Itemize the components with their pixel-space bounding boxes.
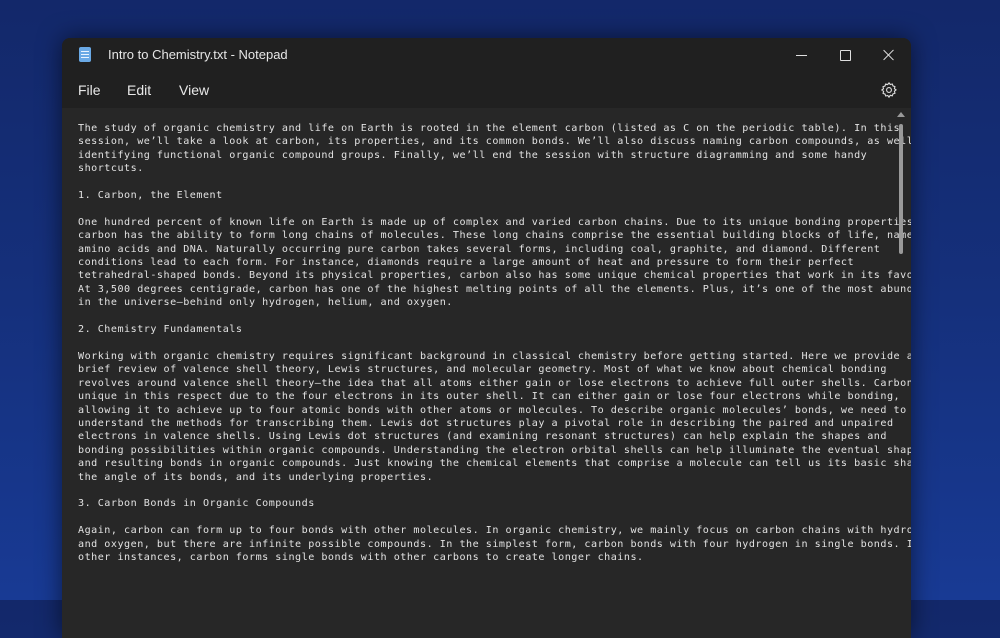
document-line: ​ bbox=[78, 202, 888, 215]
menu-view[interactable]: View bbox=[179, 82, 209, 98]
document-line: ​ bbox=[78, 484, 888, 497]
document-line: 3. Carbon Bonds in Organic Compounds bbox=[78, 498, 315, 510]
document-line: identifying functional organic compound … bbox=[78, 149, 868, 161]
document-line: electrons in valence shells. Using Lewis… bbox=[78, 431, 887, 443]
menu-edit[interactable]: Edit bbox=[127, 82, 151, 98]
menu-bar: File Edit View bbox=[62, 72, 911, 108]
document-line: understand the methods for transcribing … bbox=[78, 417, 894, 429]
document-line: amino acids and DNA. Naturally occurring… bbox=[78, 243, 881, 255]
gear-icon bbox=[880, 81, 897, 99]
minimize-button[interactable] bbox=[780, 38, 822, 72]
document-line: One hundred percent of known life on Ear… bbox=[78, 216, 911, 228]
menu-file[interactable]: File bbox=[78, 82, 101, 98]
close-button[interactable] bbox=[868, 38, 910, 72]
document-line: bonding possibilities within organic com… bbox=[78, 444, 911, 456]
text-editor[interactable]: The study of organic chemistry and life … bbox=[62, 108, 911, 638]
document-line: ​ bbox=[78, 337, 888, 350]
minimize-icon bbox=[795, 54, 807, 56]
document-line: carbon has the ability to form long chai… bbox=[78, 230, 911, 242]
maximize-icon bbox=[839, 49, 851, 61]
document-line: in the universe—behind only hydrogen, he… bbox=[78, 297, 453, 309]
maximize-button[interactable] bbox=[824, 38, 866, 72]
document-line: ​ bbox=[78, 310, 888, 323]
document-line: 1. Carbon, the Element bbox=[78, 190, 223, 202]
document-line: unique in this respect due to the four e… bbox=[78, 391, 901, 403]
document-line: ​ bbox=[78, 176, 888, 189]
document-line: brief review of valence shell theory, Le… bbox=[78, 364, 887, 376]
document-line: Working with organic chemistry requires … bbox=[78, 350, 911, 362]
notepad-icon bbox=[79, 47, 91, 62]
settings-button[interactable] bbox=[880, 81, 898, 99]
document-line: the angle of its bonds, and its underlyi… bbox=[78, 471, 434, 483]
scroll-up-arrow-icon[interactable] bbox=[897, 112, 905, 117]
document-line: other instances, carbon forms single bon… bbox=[78, 552, 644, 563]
document-line: At 3,500 degrees centigrade, carbon has … bbox=[78, 283, 911, 295]
document-line: Again, carbon can form up to four bonds … bbox=[78, 525, 911, 537]
close-icon bbox=[883, 49, 895, 61]
document-line: allowing it to achieve up to four atomic… bbox=[78, 404, 907, 416]
document-line: 2. Chemistry Fundamentals bbox=[78, 324, 243, 336]
document-line: ​ bbox=[78, 511, 888, 524]
document-line: session, we’ll take a look at carbon, it… bbox=[78, 136, 911, 148]
vertical-scrollbar-thumb[interactable] bbox=[899, 124, 903, 254]
notepad-window: Intro to Chemistry.txt - Notepad File Ed… bbox=[62, 38, 911, 638]
document-line: and oxygen, but there are infinite possi… bbox=[78, 538, 911, 550]
document-line: The study of organic chemistry and life … bbox=[78, 123, 901, 134]
document-line: conditions lead to each form. For instan… bbox=[78, 257, 855, 269]
document-text[interactable]: The study of organic chemistry and life … bbox=[78, 122, 911, 564]
title-bar[interactable]: Intro to Chemistry.txt - Notepad bbox=[62, 38, 911, 72]
document-line: revolves around valence shell theory—the… bbox=[78, 377, 911, 389]
document-line: shortcuts. bbox=[78, 163, 144, 175]
document-line: tetrahedral-shaped bonds. Beyond its phy… bbox=[78, 270, 911, 282]
document-line: and resulting bonds in organic compounds… bbox=[78, 458, 911, 470]
window-title: Intro to Chemistry.txt - Notepad bbox=[108, 47, 288, 62]
